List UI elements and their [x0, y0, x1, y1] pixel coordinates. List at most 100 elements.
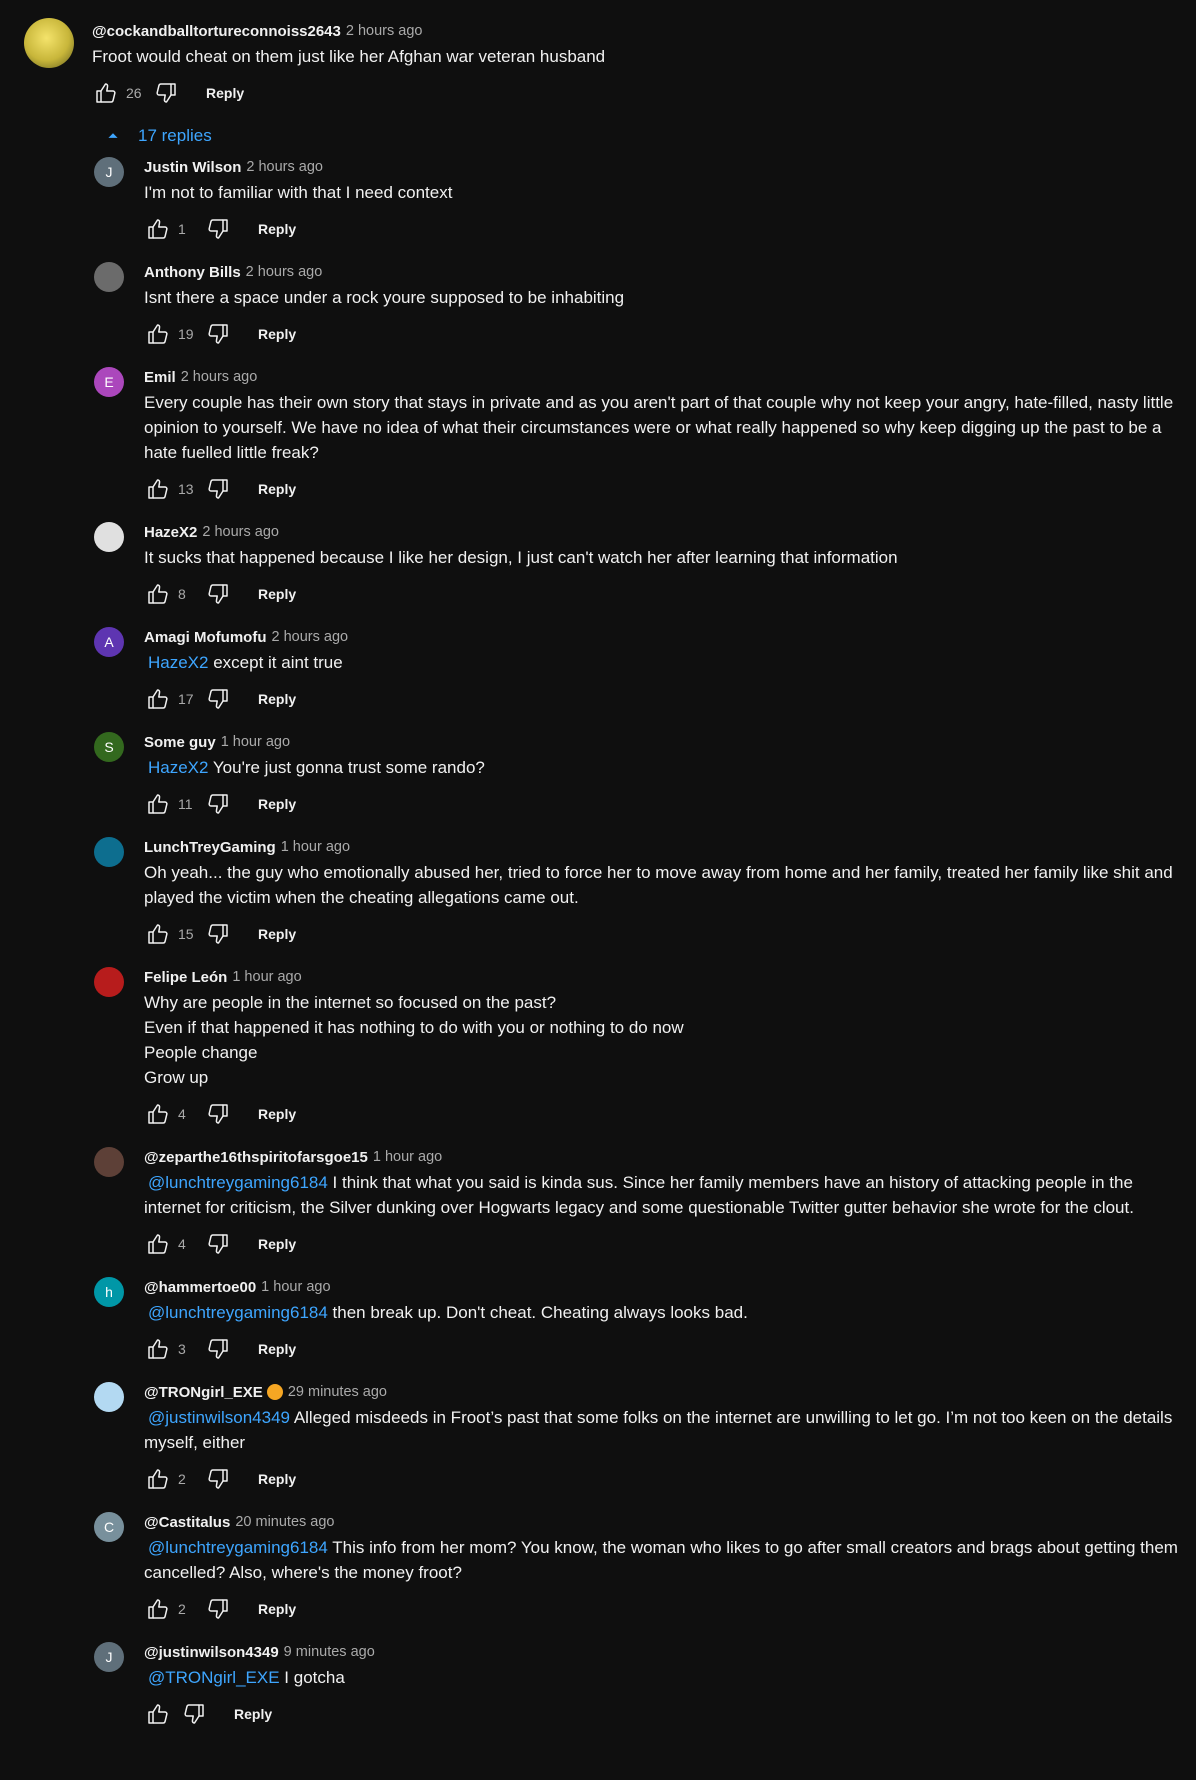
avatar[interactable]: C: [94, 1512, 124, 1542]
reply-button[interactable]: Reply: [258, 221, 296, 237]
cartoon-avatar-icon[interactable]: [24, 18, 74, 68]
like-button[interactable]: [144, 685, 172, 713]
like-button[interactable]: [144, 580, 172, 608]
comment-time[interactable]: 2 hours ago: [181, 369, 258, 385]
comment-author[interactable]: Emil: [144, 369, 176, 386]
comment-time[interactable]: 9 minutes ago: [284, 1644, 375, 1660]
like-button[interactable]: [144, 1100, 172, 1128]
avatar[interactable]: [94, 262, 124, 292]
reply-button[interactable]: Reply: [258, 926, 296, 942]
reply-button[interactable]: Reply: [258, 796, 296, 812]
reply-button[interactable]: Reply: [258, 326, 296, 342]
like-button[interactable]: [144, 320, 172, 348]
dislike-button[interactable]: [204, 1100, 232, 1128]
comment-time[interactable]: 1 hour ago: [281, 839, 350, 855]
comment-time[interactable]: 20 minutes ago: [235, 1514, 334, 1530]
dislike-button[interactable]: [204, 580, 232, 608]
dislike-button[interactable]: [204, 1465, 232, 1493]
like-button[interactable]: [144, 1595, 172, 1623]
mention-link[interactable]: @justinwilson4349: [148, 1408, 290, 1427]
dislike-button[interactable]: [204, 1595, 232, 1623]
dislike-button[interactable]: [152, 79, 180, 107]
reply-button[interactable]: Reply: [258, 691, 296, 707]
comment-author[interactable]: Some guy: [144, 734, 216, 751]
comment-text: Froot would cheat on them just like her …: [92, 47, 606, 66]
comment-time[interactable]: 2 hours ago: [202, 524, 279, 540]
mention-link[interactable]: @lunchtreygaming6184: [148, 1173, 328, 1192]
reply-button[interactable]: Reply: [258, 1341, 296, 1357]
reply-comment: HazeX2 2 hours ago It sucks that happened …: [94, 519, 1196, 614]
comment-time[interactable]: 1 hour ago: [373, 1149, 442, 1165]
like-count: 8: [178, 586, 186, 602]
replies-toggle[interactable]: 17 replies: [92, 118, 1196, 154]
like-button[interactable]: [144, 475, 172, 503]
avatar[interactable]: J: [94, 1642, 124, 1672]
avatar[interactable]: [94, 1147, 124, 1177]
reply-button[interactable]: Reply: [258, 1471, 296, 1487]
dislike-button[interactable]: [204, 790, 232, 818]
comment-author[interactable]: Amagi Mofumofu: [144, 629, 266, 646]
comment-author[interactable]: HazeX2: [144, 524, 197, 541]
avatar[interactable]: J: [94, 157, 124, 187]
avatar[interactable]: [94, 837, 124, 867]
mention-link[interactable]: HazeX2: [148, 653, 208, 672]
comment-author[interactable]: @cockandballtortureconnoiss2643: [92, 23, 341, 40]
comment-text: @TRONgirl_EXE I gotcha: [144, 1665, 1196, 1690]
comment-author[interactable]: Justin Wilson: [144, 159, 241, 176]
comment-time[interactable]: 1 hour ago: [221, 734, 290, 750]
avatar[interactable]: A: [94, 627, 124, 657]
like-button[interactable]: [144, 1465, 172, 1493]
avatar[interactable]: E: [94, 367, 124, 397]
reply-button[interactable]: Reply: [258, 481, 296, 497]
thumbs-up-icon: [148, 689, 168, 709]
comment-author[interactable]: @TRONgirl_EXE: [144, 1384, 263, 1401]
comment-time[interactable]: 2 hours ago: [346, 23, 423, 39]
dislike-button[interactable]: [204, 475, 232, 503]
dislike-button[interactable]: [204, 685, 232, 713]
like-button[interactable]: [144, 1700, 172, 1728]
reply-button[interactable]: Reply: [234, 1706, 272, 1722]
avatar[interactable]: [94, 967, 124, 997]
comment-author[interactable]: @justinwilson4349: [144, 1644, 279, 1661]
reply-comment: J Justin Wilson 2 hours ago I'm not to fami…: [94, 154, 1196, 249]
mention-link[interactable]: @lunchtreygaming6184: [148, 1538, 328, 1557]
reply-button[interactable]: Reply: [258, 586, 296, 602]
like-button[interactable]: [144, 790, 172, 818]
badge-emoji-icon: [266, 1384, 283, 1400]
dislike-button[interactable]: [180, 1700, 208, 1728]
comment-author[interactable]: @Castitalus: [144, 1514, 230, 1531]
comment-time[interactable]: 2 hours ago: [246, 264, 323, 280]
comment-author[interactable]: @zeparthe16thspiritofarsgoe15: [144, 1149, 368, 1166]
comment-time[interactable]: 1 hour ago: [232, 969, 301, 985]
avatar[interactable]: S: [94, 732, 124, 762]
dislike-button[interactable]: [204, 1230, 232, 1258]
dislike-button[interactable]: [204, 320, 232, 348]
like-button[interactable]: [144, 1335, 172, 1363]
reply-button[interactable]: Reply: [258, 1601, 296, 1617]
reply-button[interactable]: Reply: [258, 1106, 296, 1122]
dislike-button[interactable]: [204, 215, 232, 243]
comment-time[interactable]: 2 hours ago: [271, 629, 348, 645]
comment-time[interactable]: 29 minutes ago: [288, 1384, 387, 1400]
like-button[interactable]: [92, 79, 120, 107]
reply-button[interactable]: Reply: [258, 1236, 296, 1252]
comment-author[interactable]: @hammertoe00: [144, 1279, 256, 1296]
comment-time[interactable]: 2 hours ago: [246, 159, 323, 175]
dislike-button[interactable]: [204, 920, 232, 948]
mention-link[interactable]: HazeX2: [148, 758, 208, 777]
reply-button[interactable]: Reply: [206, 85, 244, 101]
comment-author[interactable]: Felipe León: [144, 969, 227, 986]
dislike-button[interactable]: [204, 1335, 232, 1363]
avatar[interactable]: h: [94, 1277, 124, 1307]
comment-author[interactable]: LunchTreyGaming: [144, 839, 276, 856]
comment-author[interactable]: Anthony Bills: [144, 264, 241, 281]
mention-link[interactable]: @lunchtreygaming6184: [148, 1303, 328, 1322]
like-button[interactable]: [144, 920, 172, 948]
like-button[interactable]: [144, 1230, 172, 1258]
mention-link[interactable]: @TRONgirl_EXE: [148, 1668, 280, 1687]
avatar[interactable]: [94, 522, 124, 552]
avatar[interactable]: [94, 1382, 124, 1412]
like-button[interactable]: [144, 215, 172, 243]
comment-time[interactable]: 1 hour ago: [261, 1279, 330, 1295]
comment-text: HazeX2 except it aint true: [144, 650, 1196, 675]
